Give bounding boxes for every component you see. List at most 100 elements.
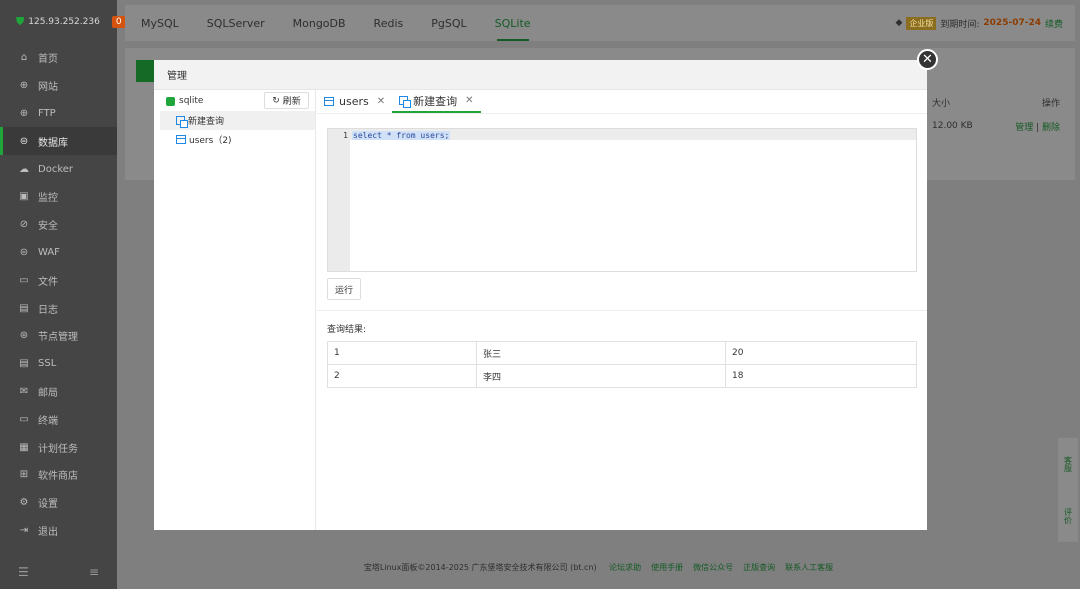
renew-link[interactable]: 续费 — [1045, 17, 1063, 30]
sidebar-item-label: 网站 — [38, 82, 58, 94]
notification-badge[interactable]: 0 — [111, 16, 126, 28]
footer-link[interactable]: 联系人工客服 — [785, 563, 833, 572]
db-type-tab[interactable]: MySQL — [141, 5, 179, 41]
sidebar-item[interactable]: ▣ 监控 — [0, 183, 117, 211]
tab-label: 新建查询 — [413, 94, 458, 108]
table-cell: 1 — [327, 341, 477, 365]
sidebar-item[interactable]: ⚙ 设置 — [0, 489, 117, 517]
tab-new-query[interactable]: 新建查询 ✕ — [392, 90, 481, 113]
action-header: 操作 — [1041, 98, 1060, 109]
sidebar-item-icon: ▣ — [19, 191, 29, 203]
footer-link[interactable]: 正版查询 — [743, 563, 775, 572]
sidebar: ⛊ 125.93.252.236 0 ⌂ 首页 ⊕ 网站 ⊕ FTP ⊜ 数据库 ☁ Docker… — [0, 0, 126, 589]
review-button[interactable]: 评价 — [1063, 508, 1074, 524]
collapse-icon[interactable]: ☰ — [18, 565, 29, 579]
sidebar-item[interactable]: ▤ SSL — [0, 350, 117, 378]
table-row: 2 李四 18 — [327, 364, 917, 388]
tree-item-new-query[interactable]: 新建查询 — [160, 111, 315, 130]
sidebar-item-icon: ▤ — [19, 302, 29, 314]
server-ip: 125.93.252.236 — [28, 17, 100, 27]
line-gutter: 1 — [328, 129, 350, 271]
background-table: 大小 操作 12.00 KB 管理 | 删除 — [926, 90, 1066, 138]
sidebar-item-label: 软件商店 — [38, 471, 78, 483]
query-icon — [176, 116, 188, 128]
sidebar-item[interactable]: ⊛ 节点管理 — [0, 322, 117, 350]
db-type-tab[interactable]: PgSQL — [431, 5, 466, 41]
db-type-tabs: MySQL SQLServer MongoDB Redis PgSQL SQLite ◆ … — [125, 5, 1075, 41]
footer-link[interactable]: 论坛求助 — [609, 563, 641, 572]
db-type-tab[interactable]: SQLite — [495, 5, 531, 41]
db-type-tab[interactable]: MongoDB — [293, 5, 346, 41]
close-modal-button[interactable]: ✕ — [917, 49, 938, 70]
sidebar-item-icon: ⊘ — [19, 219, 29, 231]
sidebar-item-label: 监控 — [38, 193, 58, 205]
query-icon — [399, 96, 412, 108]
sidebar-item-icon: ✉ — [19, 385, 29, 397]
refresh-label: 刷新 — [282, 97, 301, 107]
tab-label: users — [339, 95, 369, 108]
service-button[interactable]: 客服 — [1063, 456, 1074, 472]
sql-code[interactable]: select * from users; — [352, 131, 451, 140]
db-type-tab[interactable]: Redis — [374, 5, 404, 41]
sidebar-item-label: 退出 — [38, 526, 58, 538]
tree-root-label: sqlite — [179, 96, 204, 106]
sidebar-item-label: 文件 — [38, 276, 58, 288]
result-table: 1 张三 20 2 李四 18 — [327, 341, 917, 388]
sidebar-item[interactable]: ⊞ 软件商店 — [0, 461, 117, 489]
sidebar-item[interactable]: ⊘ 安全 — [0, 211, 117, 239]
sql-editor[interactable]: 1 select * from users; — [327, 128, 917, 272]
table-cell: 20 — [725, 341, 917, 365]
sidebar-item[interactable]: ▭ 终端 — [0, 405, 117, 433]
size-header: 大小 — [932, 98, 951, 109]
sidebar-item-label: SSL — [38, 358, 57, 370]
manage-link[interactable]: 管理 — [1015, 123, 1033, 133]
sidebar-item-icon: ⊜ — [19, 246, 29, 258]
close-tab-icon[interactable]: ✕ — [377, 96, 385, 107]
expire-label: 到期时间: — [940, 19, 980, 30]
sidebar-item[interactable]: ⊕ 网站 — [0, 72, 117, 100]
server-header: ⛊ 125.93.252.236 0 — [0, 0, 126, 44]
footer-link[interactable]: 微信公众号 — [693, 563, 733, 572]
sidebar-item[interactable]: ▭ 文件 — [0, 266, 117, 294]
sidebar-item-label: Docker — [38, 163, 74, 175]
sidebar-item-icon: ⌂ — [20, 52, 28, 64]
expire-date: 2025-07-24 — [983, 18, 1041, 28]
sidebar-item[interactable]: ☁ Docker — [0, 155, 117, 183]
copyright-text: 宝塔Linux面板©2014-2025 广东堡塔安全技术有限公司 (bt.cn) — [363, 563, 597, 572]
sidebar-item-label: 安全 — [38, 221, 58, 233]
vip-badge: 企业版 — [906, 16, 937, 30]
divider — [317, 310, 927, 311]
menu-icon[interactable]: ≡ — [89, 565, 99, 579]
delete-link[interactable]: 删除 — [1042, 123, 1060, 133]
run-button[interactable]: 运行 — [327, 278, 361, 300]
db-type-tab[interactable]: SQLServer — [207, 5, 265, 41]
sidebar-item[interactable]: ✉ 邮局 — [0, 378, 117, 406]
tab-users[interactable]: users ✕ — [317, 90, 392, 113]
table-cell: 2 — [327, 364, 477, 388]
result-label: 查询结果: — [327, 325, 367, 335]
sidebar-item-label: 邮局 — [38, 387, 58, 399]
sidebar-item[interactable]: ▦ 计划任务 — [0, 433, 117, 461]
close-tab-icon[interactable]: ✕ — [465, 95, 473, 106]
sidebar-item-icon: ▦ — [19, 441, 29, 453]
table-row: 1 张三 20 — [327, 341, 917, 365]
sidebar-item-label: 数据库 — [38, 137, 68, 149]
sidebar-item-label: 计划任务 — [38, 443, 78, 455]
sidebar-item[interactable]: ⊜ WAF — [0, 239, 117, 267]
sidebar-item[interactable]: ⌂ 首页 — [0, 44, 117, 72]
size-value: 12.00 KB — [932, 121, 973, 131]
table-cell: 张三 — [476, 341, 726, 365]
sidebar-item-icon: ▤ — [19, 358, 29, 370]
sidebar-item[interactable]: ⇥ 退出 — [0, 517, 117, 545]
tree-item-users[interactable]: users（2) — [154, 130, 315, 149]
sidebar-item-label: 终端 — [38, 415, 58, 427]
sidebar-item-label: 设置 — [38, 499, 58, 511]
editor-tabs: users ✕ 新建查询 ✕ — [317, 90, 927, 114]
sidebar-item[interactable]: ⊕ FTP — [0, 100, 117, 128]
footer-link[interactable]: 使用手册 — [651, 563, 683, 572]
sidebar-item[interactable]: ⊜ 数据库 — [0, 127, 117, 156]
sidebar-item-label: WAF — [38, 246, 60, 258]
refresh-button[interactable]: ↻ 刷新 — [264, 92, 309, 109]
sidebar-item[interactable]: ▤ 日志 — [0, 294, 117, 322]
tree-item-label: users（2) — [189, 136, 232, 146]
